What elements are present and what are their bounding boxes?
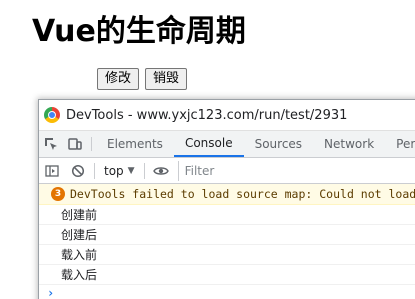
- tab-console[interactable]: Console: [173, 131, 244, 157]
- tab-network[interactable]: Network: [313, 131, 385, 157]
- warning-count-badge: 3: [51, 187, 65, 201]
- console-log-line: 载入前: [39, 245, 415, 265]
- warning-text: DevTools failed to load source map: Coul…: [70, 187, 415, 201]
- tab-divider: [91, 137, 92, 151]
- console-log-line: 载入后: [39, 265, 415, 285]
- console-toolbar: top ▼ Filter: [39, 158, 415, 184]
- tab-elements[interactable]: Elements: [96, 131, 174, 157]
- eye-icon[interactable]: [148, 158, 174, 184]
- device-toolbar-icon[interactable]: [63, 131, 87, 157]
- destroy-button[interactable]: 销毁: [145, 68, 188, 90]
- devtools-tab-bar: Elements Console Sources Network Perfo: [39, 131, 415, 158]
- devtools-window: DevTools - www.yxjc123.com/run/test/2931…: [38, 99, 415, 299]
- toolbar-divider: [143, 162, 145, 179]
- tab-performance[interactable]: Perfo: [385, 131, 415, 157]
- devtools-window-title: DevTools - www.yxjc123.com/run/test/2931: [66, 107, 348, 123]
- context-selector[interactable]: top ▼: [98, 164, 141, 178]
- warning-message: 3 DevTools failed to load source map: Co…: [39, 184, 415, 205]
- clear-console-icon[interactable]: [65, 158, 91, 184]
- tab-sources[interactable]: Sources: [244, 131, 313, 157]
- inspect-element-icon[interactable]: [39, 131, 63, 157]
- toolbar-divider: [94, 162, 95, 179]
- console-log-line: 创建前: [39, 205, 415, 225]
- context-selector-value: top: [104, 163, 124, 178]
- sidebar-toggle-icon[interactable]: [39, 158, 65, 184]
- caret-down-icon: ▼: [127, 165, 135, 176]
- console-prompt[interactable]: ›: [39, 285, 415, 299]
- chrome-logo-icon: [44, 107, 60, 123]
- devtools-titlebar: DevTools - www.yxjc123.com/run/test/2931: [39, 100, 415, 131]
- update-button[interactable]: 修改: [97, 68, 140, 90]
- page: Vue的生命周期 修改 销毁 DevTools - www.yxjc123.co…: [0, 0, 415, 299]
- filter-input[interactable]: Filter: [177, 160, 398, 181]
- page-title: Vue的生命周期: [32, 14, 246, 49]
- console-log-line: 创建后: [39, 225, 415, 245]
